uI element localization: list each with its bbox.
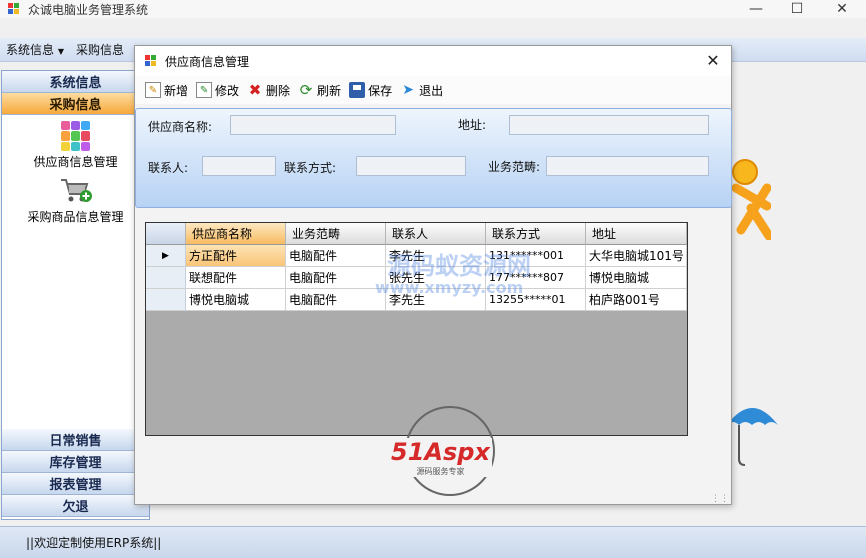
delete-button[interactable]: ✖ 删除 [247, 81, 290, 99]
umbrella-decoration-icon [727, 408, 778, 466]
watermark-logo: 51Aspx 源码服务专家 [389, 406, 495, 496]
nav-group-returns[interactable]: 欠退 [2, 495, 149, 517]
column-header-scope[interactable]: 业务范畴 [286, 223, 386, 245]
scope-label: 业务范畴: [488, 160, 541, 174]
select-all-corner[interactable] [146, 223, 186, 245]
supplier-name-label: 供应商名称: [148, 120, 213, 134]
nav-group-system[interactable]: 系统信息 [2, 71, 149, 93]
new-document-icon: ✎ [145, 82, 161, 98]
status-text: ||欢迎定制使用ERP系统|| [26, 536, 162, 550]
supplier-name-input[interactable] [230, 115, 396, 135]
filter-panel: 供应商名称: 地址: 联系人: 联系方式: 业务范畴: [135, 108, 732, 208]
app-icon [8, 3, 20, 15]
address-input[interactable] [509, 115, 709, 135]
cell-scope[interactable]: 电脑配件 [286, 267, 386, 289]
grid-header-row: 供应商名称 业务范畴 联系人 联系方式 地址 [146, 223, 687, 245]
nav-entry-purchase-goods[interactable]: 采购商品信息管理 [2, 176, 149, 225]
dialog-app-icon [145, 55, 157, 67]
nav-group-body: 供应商信息管理 采购商品信息管理 [2, 121, 149, 429]
nav-group-inventory[interactable]: 库存管理 [2, 451, 149, 473]
column-header-phone[interactable]: 联系方式 [486, 223, 586, 245]
maximize-icon[interactable]: ☐ [781, 0, 813, 18]
watermark-text: 源码蚁资源网 [387, 252, 531, 280]
scope-input[interactable] [546, 156, 709, 176]
exit-button[interactable]: ➤ 退出 [400, 82, 443, 99]
cell-name[interactable]: 博悦电脑城 [186, 289, 286, 311]
shopping-cart-add-icon [60, 179, 92, 202]
row-header[interactable] [146, 289, 186, 311]
column-header-contact[interactable]: 联系人 [386, 223, 486, 245]
supplier-grid-icon [60, 121, 91, 151]
dialog-toolbar: ✎ 新增 ✎ 修改 ✖ 删除 ⟳ 刷新 保存 ➤ 退出 [135, 76, 731, 104]
dialog-close-icon[interactable]: ✕ [703, 51, 723, 70]
window-titlebar: 众诚电脑业务管理系统 — ☐ ✕ [0, 0, 866, 18]
contact-input[interactable] [202, 156, 276, 176]
resize-grip-icon[interactable]: ⋮⋮ [711, 494, 729, 504]
nav-group-purchase[interactable]: 采购信息 [2, 93, 149, 115]
cell-name[interactable]: 联想配件 [186, 267, 286, 289]
minimize-icon[interactable]: — [740, 0, 772, 18]
nav-group-reports[interactable]: 报表管理 [2, 473, 149, 495]
exit-arrow-icon: ➤ [402, 82, 414, 98]
contact-label: 联系人: [148, 161, 189, 175]
nav-entry-purchase-goods-label: 采购商品信息管理 [27, 210, 124, 224]
status-bar: ||欢迎定制使用ERP系统|| [0, 526, 866, 558]
address-label: 地址: [458, 118, 487, 132]
cell-name[interactable]: 方正配件 [186, 245, 286, 267]
cell-scope[interactable]: 电脑配件 [286, 245, 386, 267]
edit-button[interactable]: ✎ 修改 [196, 82, 239, 99]
watermark-logo-text: 51Aspx [389, 438, 492, 466]
supplier-dialog: 供应商信息管理 ✕ ✎ 新增 ✎ 修改 ✖ 删除 ⟳ 刷新 保存 ➤ 退出 供应商名称: … [134, 45, 732, 505]
nav-entry-supplier[interactable]: 供应商信息管理 [2, 121, 149, 170]
phone-label: 联系方式: [284, 161, 337, 175]
person-decoration-icon [731, 159, 771, 240]
dialog-title: 供应商信息管理 [165, 54, 250, 69]
window-title: 众诚电脑业务管理系统 [28, 2, 149, 17]
row-header[interactable] [146, 267, 186, 289]
refresh-icon: ⟳ [299, 81, 313, 99]
cell-address[interactable]: 博悦电脑城 [586, 267, 687, 289]
column-header-address[interactable]: 地址 [586, 223, 687, 245]
cell-address[interactable]: 柏庐路001号 [586, 289, 687, 311]
new-button[interactable]: ✎ 新增 [145, 82, 188, 99]
close-icon[interactable]: ✕ [826, 0, 858, 18]
edit-document-icon: ✎ [196, 82, 213, 98]
save-button[interactable]: 保存 [349, 82, 392, 99]
delete-icon: ✖ [248, 81, 262, 99]
watermark-logo-subtext: 源码服务专家 [389, 466, 492, 477]
menu-system-info[interactable]: 系统信息 ▼ [0, 41, 70, 58]
current-row-indicator-icon[interactable]: ▶ [146, 245, 186, 267]
cell-scope[interactable]: 电脑配件 [286, 289, 386, 311]
phone-input[interactable] [356, 156, 466, 176]
column-header-name[interactable]: 供应商名称 [186, 223, 286, 245]
refresh-button[interactable]: ⟳ 刷新 [298, 81, 341, 99]
chevron-down-icon: ▼ [57, 47, 64, 56]
cell-address[interactable]: 大华电脑城101号 [586, 245, 687, 267]
watermark-url: www.xmyzy.com [375, 278, 524, 297]
nav-entry-supplier-label: 供应商信息管理 [33, 155, 118, 169]
nav-group-daily-sales[interactable]: 日常销售 [2, 429, 149, 451]
left-nav-panel: 系统信息 采购信息 供应商信息管理 采购商品信息管理 日常销售 库存管理 报表管… [1, 70, 150, 520]
save-disk-icon [349, 82, 366, 98]
dialog-titlebar: 供应商信息管理 ✕ [135, 46, 731, 76]
menu-purchase-info[interactable]: 采购信息 [70, 41, 130, 58]
